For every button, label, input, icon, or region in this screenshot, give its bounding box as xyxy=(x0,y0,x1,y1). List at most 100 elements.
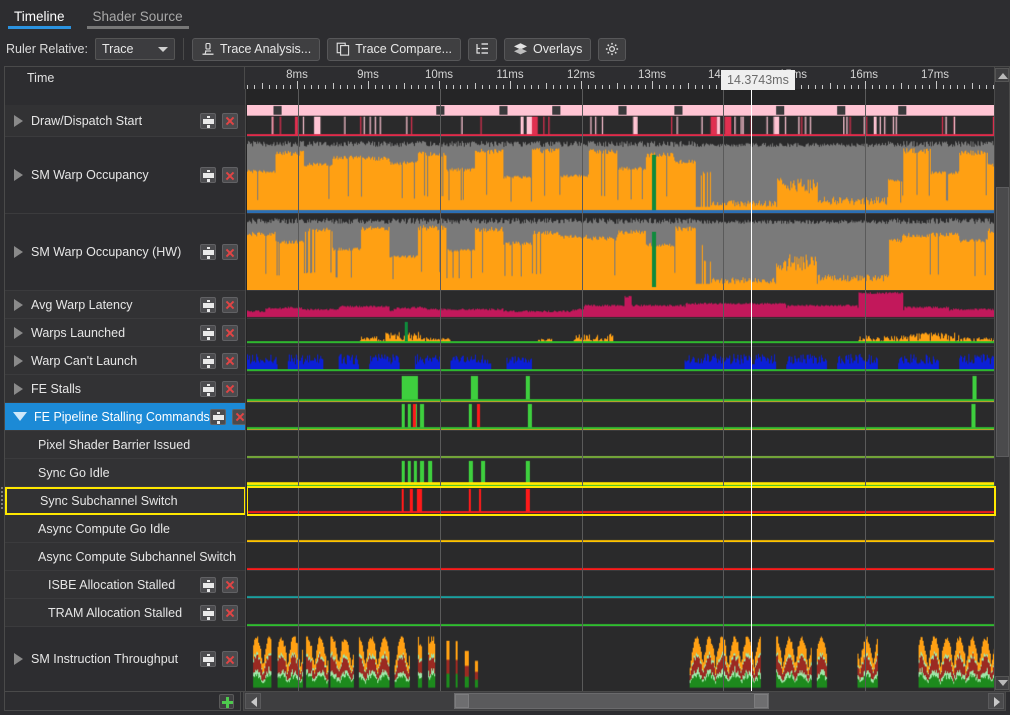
graph-row-warpslaunched[interactable] xyxy=(247,319,1005,347)
pin-icon[interactable] xyxy=(200,576,216,593)
tab-timeline-label: Timeline xyxy=(14,9,65,24)
pin-icon[interactable] xyxy=(200,604,216,621)
toolbar: Ruler Relative: Trace Trace Analysis... xyxy=(0,31,1010,67)
row-name-fe-pipeline-stalling-commands[interactable]: FE Pipeline Stalling Commands xyxy=(5,403,245,431)
pin-icon[interactable] xyxy=(200,380,216,397)
close-icon[interactable] xyxy=(222,576,238,593)
ruler-relative-label: Ruler Relative: xyxy=(6,42,88,56)
graph-row-occupancy[interactable] xyxy=(247,137,1005,214)
close-icon[interactable] xyxy=(222,604,238,621)
row-label: Warp Can't Launch xyxy=(31,353,138,368)
row-name-avg-warp-latency[interactable]: Avg Warp Latency xyxy=(5,291,245,319)
trace-compare-label: Trace Compare... xyxy=(355,42,453,56)
row-label: Sync Go Idle xyxy=(38,465,110,480)
row-name-sync-subchannel-switch[interactable]: Sync Subchannel Switch xyxy=(5,487,245,515)
pin-icon[interactable] xyxy=(200,167,216,183)
graph-row-occupancy_hw[interactable] xyxy=(247,214,1005,291)
ruler-tick xyxy=(865,81,866,89)
pin-icon[interactable] xyxy=(200,651,216,667)
pin-icon[interactable] xyxy=(200,352,216,369)
horizontal-scroll-thumb[interactable] xyxy=(454,693,769,709)
graph-row-fepipeline[interactable] xyxy=(247,403,1005,431)
graph-row-festalls[interactable] xyxy=(247,375,1005,403)
expand-arrow-icon[interactable] xyxy=(14,382,23,395)
graph-row-psbarrier[interactable] xyxy=(247,431,1005,459)
pin-icon[interactable] xyxy=(200,296,216,313)
trace-compare-button[interactable]: Trace Compare... xyxy=(327,37,462,61)
graph-row-asyncgoidle[interactable] xyxy=(247,515,1005,543)
expand-arrow-icon[interactable] xyxy=(14,326,23,339)
scroll-thumb-grip-left[interactable] xyxy=(455,694,469,708)
expand-arrow-icon[interactable] xyxy=(14,246,23,258)
row-drag-grip[interactable] xyxy=(0,487,6,511)
row-label: SM Warp Occupancy xyxy=(31,168,149,182)
tree-list-icon xyxy=(475,42,490,56)
graph-row-isbe[interactable] xyxy=(247,571,1005,599)
row-name-warps-launched[interactable]: Warps Launched xyxy=(5,319,245,347)
tab-shader-source[interactable]: Shader Source xyxy=(79,5,197,31)
vertical-scrollbar[interactable] xyxy=(994,66,1010,692)
pin-icon[interactable] xyxy=(209,408,226,425)
trace-analysis-label: Trace Analysis... xyxy=(219,42,312,56)
row-label: FE Pipeline Stalling Commands xyxy=(34,409,210,424)
graph-row-drawdispatch[interactable] xyxy=(247,105,1005,137)
tab-underline-active xyxy=(8,26,71,29)
scroll-thumb-grip-right[interactable] xyxy=(754,694,768,708)
close-icon[interactable] xyxy=(222,651,238,667)
expand-arrow-icon[interactable] xyxy=(14,298,23,311)
collapse-arrow-icon[interactable] xyxy=(13,412,27,421)
overlays-button[interactable]: Overlays xyxy=(504,37,592,61)
pin-icon[interactable] xyxy=(200,112,216,129)
close-icon[interactable] xyxy=(222,352,238,369)
row-name-draw-dispatch-start[interactable]: Draw/Dispatch Start xyxy=(5,105,245,137)
ruler-label: 13ms xyxy=(637,69,667,81)
row-name-sm-warp-occupancy-hw[interactable]: SM Warp Occupancy (HW) xyxy=(5,214,245,291)
expand-arrow-icon[interactable] xyxy=(14,169,23,181)
close-icon[interactable] xyxy=(222,167,238,183)
graph-row-syncsubchannel[interactable] xyxy=(247,487,1005,515)
pin-icon[interactable] xyxy=(200,324,216,341)
row-name-tram-allocation-stalled[interactable]: TRAM Allocation Stalled xyxy=(5,599,245,627)
expand-arrow-icon[interactable] xyxy=(14,354,23,367)
expand-arrow-icon[interactable] xyxy=(14,653,23,665)
row-name-sm-warp-occupancy[interactable]: SM Warp Occupancy xyxy=(5,137,245,214)
vertical-scroll-thumb[interactable] xyxy=(996,187,1009,457)
graph-row-sminstr[interactable] xyxy=(247,627,1005,691)
horizontal-scrollbar[interactable] xyxy=(243,691,1006,711)
row-name-pixel-shader-barrier-issued[interactable]: Pixel Shader Barrier Issued xyxy=(5,431,245,459)
time-cursor-line[interactable] xyxy=(751,89,752,691)
graph-row-cantlaunch[interactable] xyxy=(247,347,1005,375)
close-icon[interactable] xyxy=(222,324,238,341)
graph-row-avglatency[interactable] xyxy=(247,291,1005,319)
graph-row-tram[interactable] xyxy=(247,599,1005,627)
row-name-fe-stalls[interactable]: FE Stalls xyxy=(5,375,245,403)
expand-arrow-icon[interactable] xyxy=(14,114,23,127)
scroll-up-button[interactable] xyxy=(995,68,1009,82)
row-name-warp-can-t-launch[interactable]: Warp Can't Launch xyxy=(5,347,245,375)
graph-row-syncgoidle[interactable] xyxy=(247,459,1005,487)
close-icon[interactable] xyxy=(222,112,238,129)
close-icon[interactable] xyxy=(222,296,238,313)
close-icon[interactable] xyxy=(222,380,238,397)
close-icon[interactable] xyxy=(222,244,238,260)
trace-analysis-button[interactable]: Trace Analysis... xyxy=(191,37,321,61)
tab-timeline[interactable]: Timeline xyxy=(0,5,79,31)
settings-button[interactable] xyxy=(598,37,627,61)
scroll-left-button[interactable] xyxy=(245,693,261,709)
close-icon[interactable] xyxy=(231,408,245,425)
row-name-async-compute-go-idle[interactable]: Async Compute Go Idle xyxy=(5,515,245,543)
scroll-down-button[interactable] xyxy=(995,676,1009,690)
row-name-async-compute-subchannel-switch[interactable]: Async Compute Subchannel Switch xyxy=(5,543,245,571)
graph-row-asyncsubchannel[interactable] xyxy=(247,543,1005,571)
row-name-isbe-allocation-stalled[interactable]: ISBE Allocation Stalled xyxy=(5,571,245,599)
row-label: Warps Launched xyxy=(31,325,126,340)
add-row-button[interactable] xyxy=(219,694,234,709)
tree-view-button[interactable] xyxy=(468,37,498,61)
row-name-sm-instruction-throughput[interactable]: SM Instruction Throughput xyxy=(5,627,245,691)
graph-area[interactable] xyxy=(247,89,1005,691)
row-label: Sync Subchannel Switch xyxy=(40,494,178,508)
ruler-relative-select[interactable]: Trace xyxy=(94,38,175,60)
scroll-right-button[interactable] xyxy=(988,693,1004,709)
row-name-sync-go-idle[interactable]: Sync Go Idle xyxy=(5,459,245,487)
pin-icon[interactable] xyxy=(200,244,216,260)
